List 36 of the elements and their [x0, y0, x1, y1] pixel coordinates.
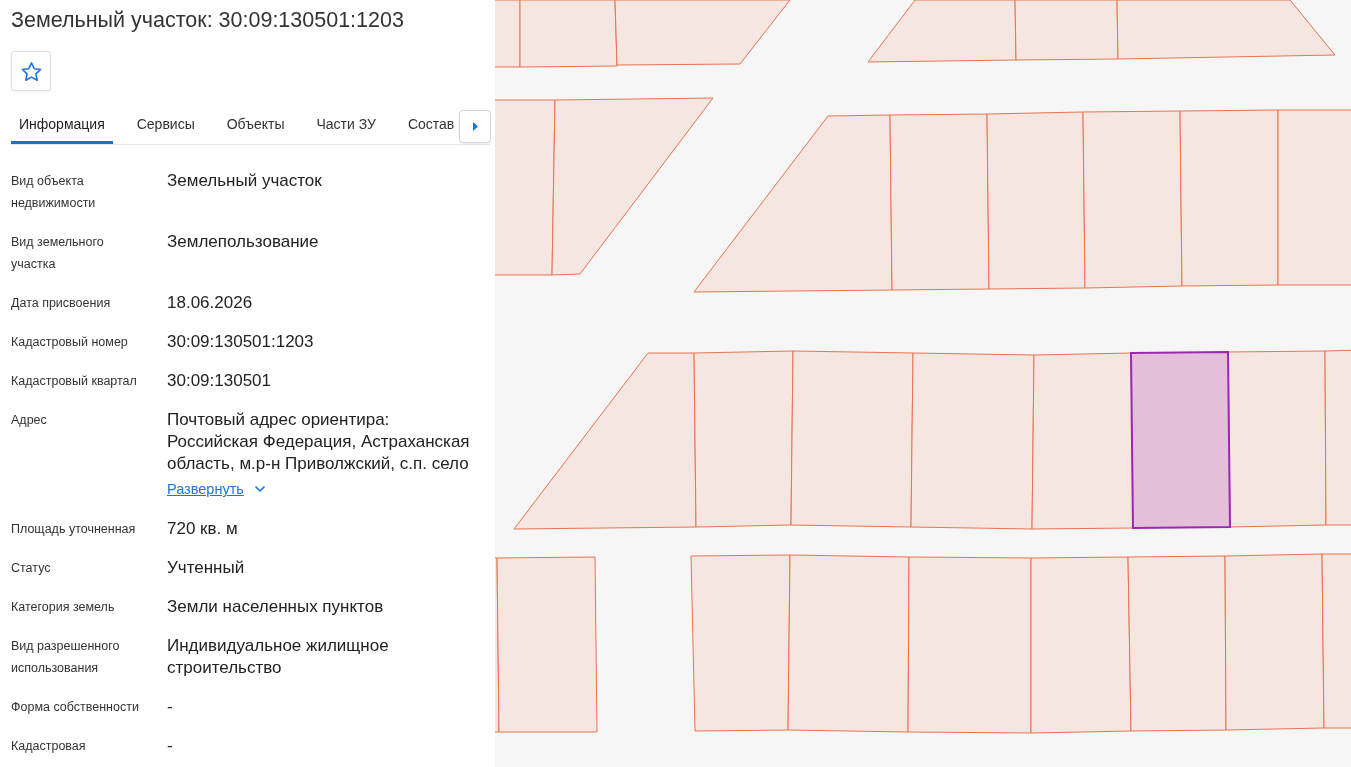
- property-label: Кадастровый номер: [11, 334, 129, 351]
- tab[interactable]: Части ЗУ: [308, 103, 384, 144]
- property-value: -: [167, 696, 174, 718]
- property-label: Кадастровый квартал: [11, 373, 138, 390]
- property-label: Вид объекта недвижимости: [11, 173, 97, 212]
- property-value: 18.06.2026: [167, 292, 254, 314]
- tab[interactable]: Информация: [11, 103, 113, 144]
- chevron-down-icon[interactable]: [254, 486, 265, 492]
- expand-link[interactable]: Развернуть: [167, 479, 244, 499]
- tab[interactable]: Сервисы: [128, 103, 203, 144]
- property-label: Кадастровая: [11, 738, 87, 755]
- property-value: Земли населенных пунктов: [167, 596, 385, 618]
- property-value: Землепользование: [167, 231, 320, 253]
- favorite-button[interactable]: [11, 51, 51, 91]
- tabs-scroll-button[interactable]: [459, 110, 491, 143]
- property-label: Площадь уточненная: [11, 521, 137, 538]
- property-value: Учтенный: [167, 557, 246, 579]
- property-value: Почтовый адрес ориентира: Российская Федерация, Астраханская область, м.р-н Приволжский, с.п. село: [167, 409, 471, 475]
- property-value: -: [167, 735, 174, 757]
- tab[interactable]: Объекты: [218, 103, 293, 144]
- star-icon: [20, 61, 42, 81]
- property-label: Вид разрешенного использования: [11, 638, 121, 677]
- caret-right-icon: [472, 122, 478, 131]
- property-value: Земельный участок: [167, 170, 323, 192]
- property-label: Вид земельного участка: [11, 234, 105, 273]
- property-value: 30:09:130501:1203: [167, 331, 315, 353]
- property-value: 30:09:130501: [167, 370, 272, 392]
- property-label: Статус: [11, 560, 52, 577]
- property-label: Дата присвоения: [11, 295, 112, 312]
- property-label: Категория земель: [11, 599, 116, 616]
- page-title: Земельный участок: 30:09:130501:1203: [11, 7, 404, 34]
- tab[interactable]: Состав: [399, 103, 459, 144]
- property-label: Форма собственности: [11, 699, 140, 716]
- property-value: 720 кв. м: [167, 518, 239, 540]
- property-value: Индивидуальное жилищное строительство: [167, 635, 390, 679]
- property-label: Адрес: [11, 412, 48, 429]
